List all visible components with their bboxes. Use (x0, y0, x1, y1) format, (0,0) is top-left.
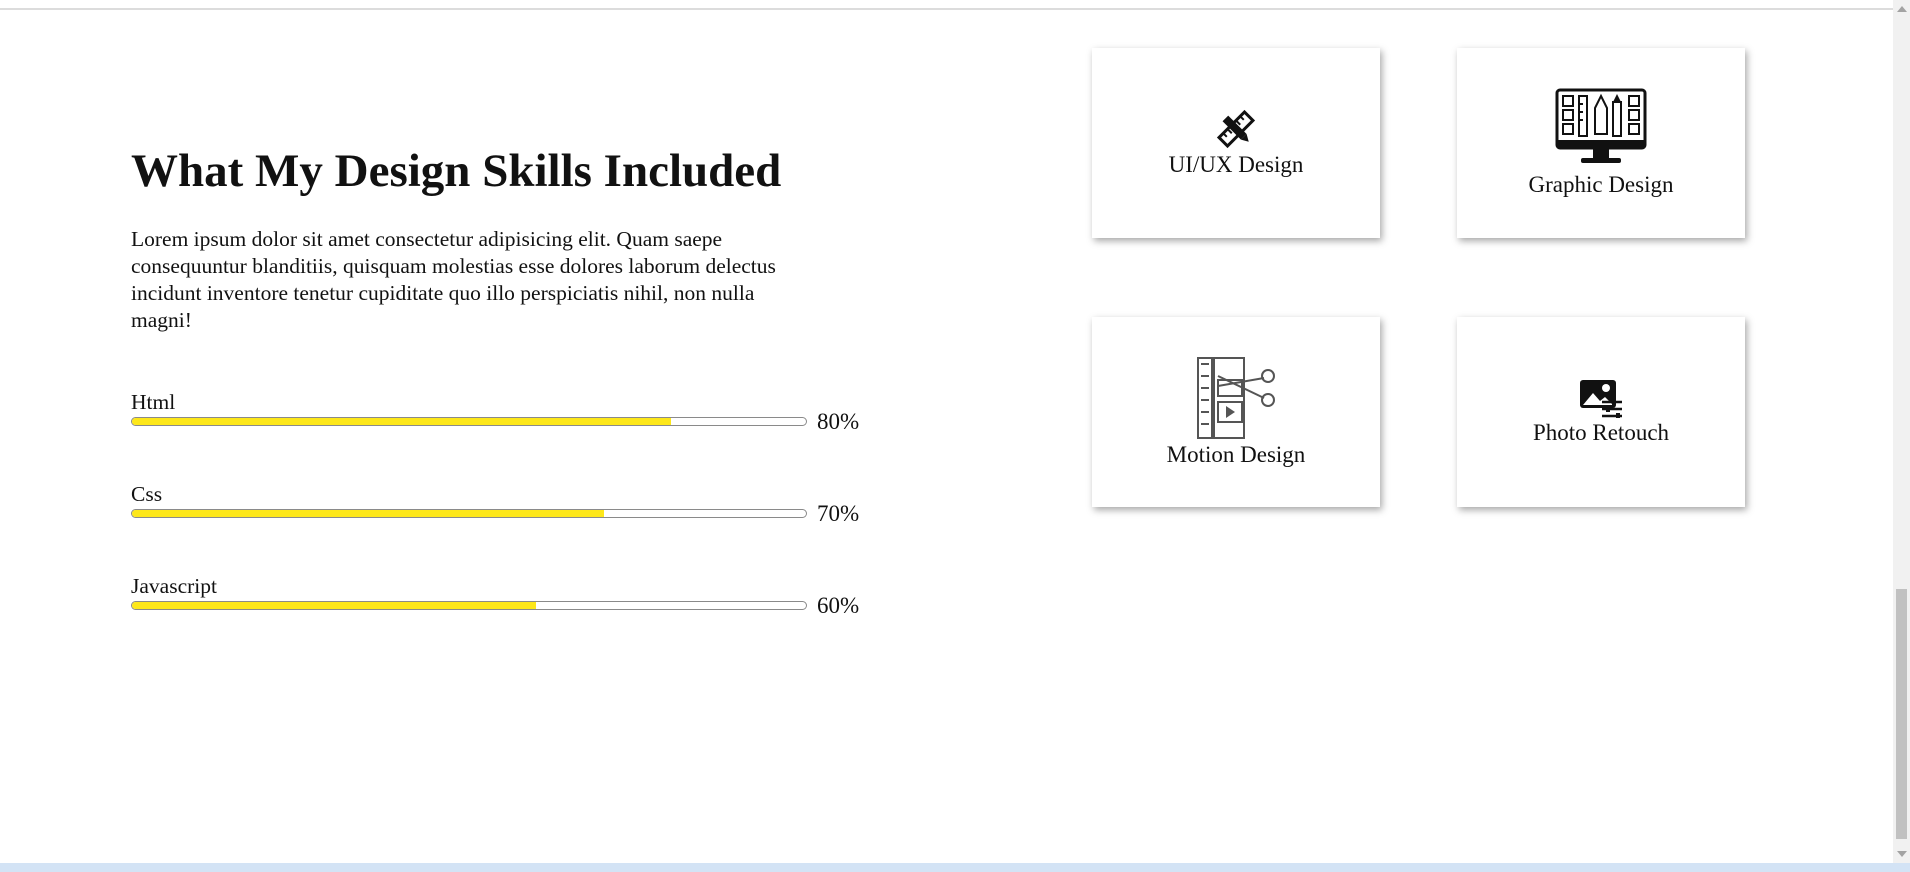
design-monitor-icon (1555, 88, 1647, 170)
skill-name: Html (131, 390, 176, 414)
film-scissors-icon (1194, 356, 1278, 440)
photo-adjust-icon (1578, 378, 1624, 418)
skill-name: Javascript (131, 574, 217, 598)
scroll-down-arrow-icon[interactable] (1897, 851, 1907, 857)
service-label: Photo Retouch (1532, 420, 1670, 445)
service-card-uiux[interactable]: UI/UX Design (1092, 48, 1380, 238)
service-card-motion[interactable]: Motion Design (1092, 317, 1380, 507)
service-label: UI/UX Design (1168, 152, 1304, 177)
scrollbar-thumb[interactable] (1896, 589, 1907, 839)
skill-name: Css (131, 482, 163, 506)
service-card-graphic[interactable]: Graphic Design (1457, 48, 1745, 238)
skill-html: Html 80% (131, 390, 871, 440)
skill-javascript: Javascript 60% (131, 574, 871, 624)
service-label: Motion Design (1166, 442, 1306, 467)
skill-progress-fill (132, 418, 672, 425)
scroll-up-arrow-icon[interactable] (1897, 6, 1907, 12)
top-divider (0, 8, 1893, 10)
section-intro: Lorem ipsum dolor sit amet consectetur a… (131, 227, 776, 332)
skill-percent: 70% (817, 501, 860, 526)
vertical-scrollbar[interactable] (1893, 0, 1910, 863)
skill-progress-track (131, 417, 807, 426)
skill-css: Css 70% (131, 482, 871, 532)
skill-progress-track (131, 601, 807, 610)
bottom-status-strip (0, 863, 1910, 872)
skill-percent: 60% (817, 593, 860, 618)
skill-progress-track (131, 509, 807, 518)
service-card-photo[interactable]: Photo Retouch (1457, 317, 1745, 507)
skill-progress-fill (132, 602, 537, 609)
skill-percent: 80% (817, 409, 860, 434)
skill-progress-fill (132, 510, 604, 517)
pencil-ruler-icon (1213, 108, 1259, 150)
section-heading: What My Design Skills Included (131, 145, 782, 197)
service-label: Graphic Design (1528, 172, 1674, 197)
